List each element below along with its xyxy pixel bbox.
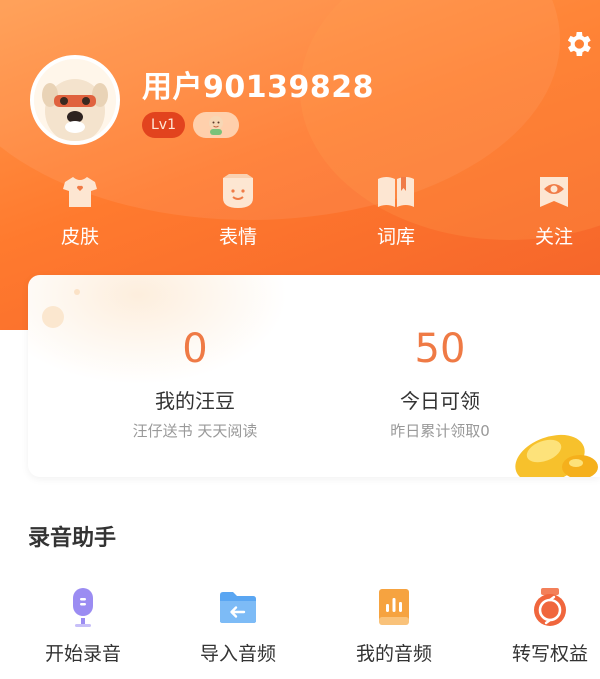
- recorder-section-title: 录音助手: [28, 526, 117, 551]
- quick-action-label: 关注: [534, 226, 573, 248]
- quick-action-skin[interactable]: 皮肤: [40, 172, 120, 249]
- baby-medal-icon[interactable]: [193, 112, 239, 138]
- quick-action-follow[interactable]: 关注: [514, 172, 594, 249]
- audio-document-icon: [372, 585, 416, 629]
- transcribe-rights-button[interactable]: 转写权益: [490, 585, 600, 666]
- tool-label: 转写权益: [511, 643, 588, 665]
- my-audio-button[interactable]: 我的音频: [334, 585, 454, 666]
- import-audio-button[interactable]: 导入音频: [178, 585, 298, 666]
- my-coins-stat[interactable]: 0 我的汪豆 汪仔送书 天天阅读: [85, 325, 305, 441]
- quick-action-label: 皮肤: [60, 226, 99, 248]
- bean-illustration-icon: [500, 407, 600, 477]
- book-icon: [376, 172, 416, 212]
- recorder-tools: 开始录音 导入音频 我的音频 转写权益: [0, 585, 600, 675]
- coins-title: 我的汪豆: [155, 389, 235, 413]
- user-badges: Lv1: [142, 112, 239, 138]
- smile-bag-icon: [218, 172, 258, 212]
- dog-avatar-icon[interactable]: [30, 55, 120, 145]
- coins-card: 0 我的汪豆 汪仔送书 天天阅读 50 今日可领 昨日累计领取0: [28, 275, 600, 477]
- start-recording-button[interactable]: 开始录音: [23, 585, 143, 666]
- tshirt-icon: [60, 172, 100, 212]
- username: 用户90139828: [142, 70, 374, 105]
- quick-action-label: 词库: [376, 226, 415, 248]
- tool-label: 开始录音: [44, 643, 121, 665]
- eye-icon: [534, 172, 574, 212]
- today-value: 50: [414, 326, 466, 372]
- coins-subtitle: 汪仔送书 天天阅读: [132, 422, 258, 440]
- quick-action-emoji[interactable]: 表情: [198, 172, 278, 249]
- transcribe-rights-icon: [528, 585, 572, 629]
- coins-value: 0: [182, 326, 208, 372]
- gear-icon[interactable]: [560, 26, 596, 62]
- quick-action-label: 表情: [218, 226, 257, 248]
- quick-actions: 皮肤 表情 词库 关注: [0, 172, 600, 252]
- tool-label: 我的音频: [355, 643, 432, 665]
- tool-label: 导入音频: [199, 643, 276, 665]
- quick-action-lexicon[interactable]: 词库: [356, 172, 436, 249]
- card-decoration: [74, 289, 80, 295]
- microphone-icon: [61, 585, 105, 629]
- import-folder-icon: [216, 585, 260, 629]
- level-badge[interactable]: Lv1: [142, 112, 185, 138]
- card-decoration: [42, 306, 64, 328]
